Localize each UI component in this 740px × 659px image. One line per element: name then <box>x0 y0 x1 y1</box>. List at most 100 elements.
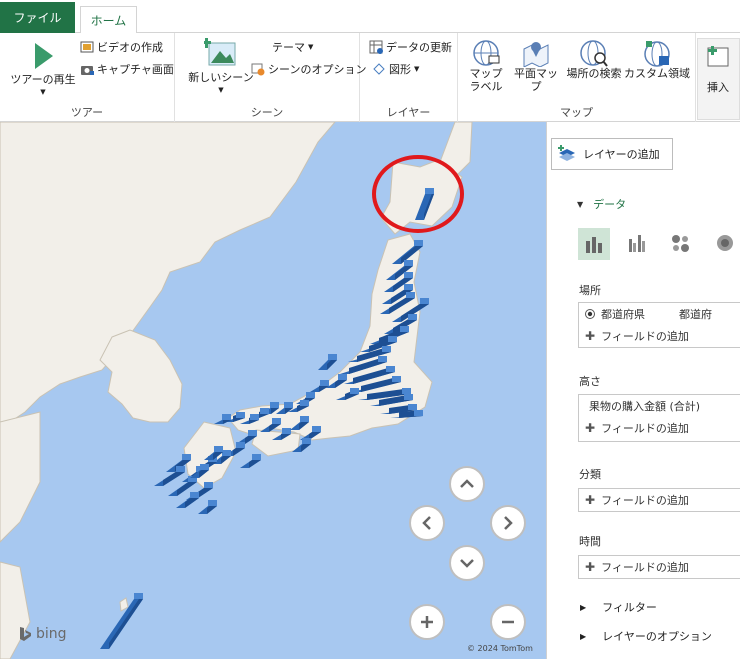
zoom-out-button[interactable] <box>490 604 526 640</box>
location-field-box: 都道府県 都道府 ✚ フィールドの追加 <box>578 302 740 348</box>
prefecture-bar[interactable] <box>214 414 231 424</box>
prefecture-bar[interactable] <box>310 380 329 392</box>
prefecture-bar[interactable] <box>300 426 321 440</box>
map-attribution: © 2024 TomTom <box>467 644 533 653</box>
map-labels-button[interactable]: マップ ラベル <box>466 39 506 93</box>
insert-icon <box>707 46 729 67</box>
theme-label: テーマ <box>272 41 305 54</box>
chevron-down-icon: ▼ <box>414 65 420 73</box>
play-tour-label: ツアーの再生 <box>10 73 76 86</box>
location-add-field[interactable]: ✚ フィールドの追加 <box>579 325 740 347</box>
bubble-button[interactable] <box>670 233 692 256</box>
prefecture-bar[interactable] <box>272 428 291 440</box>
prefecture-bar[interactable] <box>292 438 311 452</box>
height-field-box: 果物の購入金額 (合計) ✚ フィールドの追加 <box>578 394 740 442</box>
capture-screen-button[interactable]: キャプチャ画面 <box>80 61 174 77</box>
prefecture-bar[interactable] <box>154 466 185 486</box>
height-add-field[interactable]: ✚ フィールドの追加 <box>579 417 740 439</box>
prefecture-bar[interactable] <box>360 336 397 352</box>
group-tour: ツアーの再生 ▼ ビデオの作成 キャプチャ画面 ツアー <box>0 33 175 122</box>
chevron-right-icon <box>504 516 513 530</box>
time-field-box[interactable]: ✚ フィールドの追加 <box>578 555 740 579</box>
prefecture-bar[interactable] <box>260 418 281 432</box>
find-location-label: 場所の検索 <box>566 67 622 80</box>
stacked-column-icon <box>586 237 602 253</box>
prefecture-bar[interactable] <box>336 388 359 400</box>
new-scene-icon <box>204 38 236 66</box>
plus-icon: ✚ <box>585 421 596 435</box>
prefecture-bar[interactable] <box>318 354 337 370</box>
zoom-in-button[interactable] <box>409 604 445 640</box>
theme-button[interactable]: テーマ ▼ <box>272 39 313 55</box>
category-field-box[interactable]: ✚ フィールドの追加 <box>578 488 740 512</box>
plus-icon: ✚ <box>585 560 596 574</box>
plus-icon: ✚ <box>585 493 596 507</box>
map-canvas[interactable]: bing © 2024 TomTom <box>0 122 546 659</box>
location-field-row[interactable]: 都道府県 都道府 <box>579 303 740 325</box>
capture-screen-label: キャプチャ画面 <box>97 63 174 76</box>
tilt-up-button[interactable] <box>449 466 485 502</box>
rotate-right-button[interactable] <box>490 505 526 541</box>
new-scene-button[interactable]: 新しいシーン ▼ <box>185 37 257 97</box>
bing-label: bing <box>36 626 67 642</box>
refresh-icon <box>369 40 383 54</box>
clustered-column-button[interactable] <box>627 233 649 256</box>
prefecture-bar[interactable] <box>290 416 309 430</box>
find-location-icon <box>580 40 608 67</box>
tab-file[interactable]: ファイル <box>0 2 75 33</box>
height-add-label: フィールドの追加 <box>601 422 689 435</box>
shape-button[interactable]: 図形 ▼ <box>372 61 419 77</box>
rotate-left-button[interactable] <box>409 505 445 541</box>
add-layer-button[interactable]: レイヤーの追加 <box>551 138 673 170</box>
height-field-label[interactable]: 果物の購入金額 (合計) <box>579 395 740 417</box>
chevron-up-icon <box>460 479 474 488</box>
group-layer: データの更新 図形 ▼ レイヤー <box>360 33 458 122</box>
group-scene: 新しいシーン ▼ テーマ ▼ シーンのオプション シーン <box>175 33 366 122</box>
data-header-label: データ <box>593 198 627 211</box>
play-tour-button[interactable]: ツアーの再生 ▼ <box>10 41 76 99</box>
prefecture-bar[interactable] <box>240 454 261 468</box>
tab-home[interactable]: ホーム <box>80 6 137 34</box>
create-video-label: ビデオの作成 <box>97 41 163 54</box>
location-field-type: 都道府 <box>679 308 712 321</box>
group-scene-label: シーン <box>250 106 284 119</box>
time-add-label: フィールドの追加 <box>601 561 689 574</box>
scene-options-button[interactable]: シーンのオプション <box>251 61 366 77</box>
flat-map-icon <box>523 42 549 67</box>
prefecture-bar[interactable] <box>176 492 199 508</box>
create-video-button[interactable]: ビデオの作成 <box>80 39 163 55</box>
prefecture-bar[interactable] <box>100 593 143 649</box>
scene-options-label: シーンのオプション <box>268 63 367 76</box>
find-location-button[interactable]: 場所の検索 <box>564 39 624 80</box>
stacked-column-button[interactable] <box>578 228 610 260</box>
ribbon: ツアーの再生 ▼ ビデオの作成 キャプチャ画面 ツアー 新しいシーン ▼ テーマ… <box>0 33 740 122</box>
tab-bar: ファイル ホーム <box>0 0 740 34</box>
location-add-label: フィールドの追加 <box>601 330 689 343</box>
prefecture-bar[interactable] <box>198 500 217 514</box>
prefecture-bar[interactable] <box>415 188 434 220</box>
filter-section[interactable]: ▶ フィルター <box>580 599 657 615</box>
tilt-down-button[interactable] <box>449 545 485 581</box>
prefecture-bar[interactable] <box>326 374 347 388</box>
bing-logo: bing <box>18 626 67 642</box>
prefecture-bar[interactable] <box>236 430 257 444</box>
heatmap-button[interactable] <box>715 233 735 256</box>
time-title: 時間 <box>579 535 601 548</box>
refresh-data-button[interactable]: データの更新 <box>369 39 452 55</box>
layer-options-section[interactable]: ▶ レイヤーのオプション <box>580 628 712 644</box>
location-field-label: 都道府県 <box>601 308 645 321</box>
chevron-left-icon <box>422 516 431 530</box>
height-title: 高さ <box>579 375 601 388</box>
heatmap-icon <box>717 235 733 251</box>
triangle-right-icon: ▶ <box>580 602 587 612</box>
custom-region-button[interactable]: カスタム領域 <box>624 39 690 80</box>
add-layer-label: レイヤーの追加 <box>583 148 660 161</box>
triangle-right-icon: ▶ <box>580 631 587 641</box>
category-add-label: フィールドの追加 <box>601 494 689 507</box>
flat-map-button[interactable]: 平面マップ <box>509 39 563 93</box>
group-map-label: マップ <box>560 106 593 119</box>
data-section-header[interactable]: ▼ データ <box>577 196 626 212</box>
group-layer-label: レイヤー <box>386 106 431 119</box>
insert-button[interactable]: 挿入 <box>697 38 740 120</box>
globe-icon <box>473 40 500 66</box>
